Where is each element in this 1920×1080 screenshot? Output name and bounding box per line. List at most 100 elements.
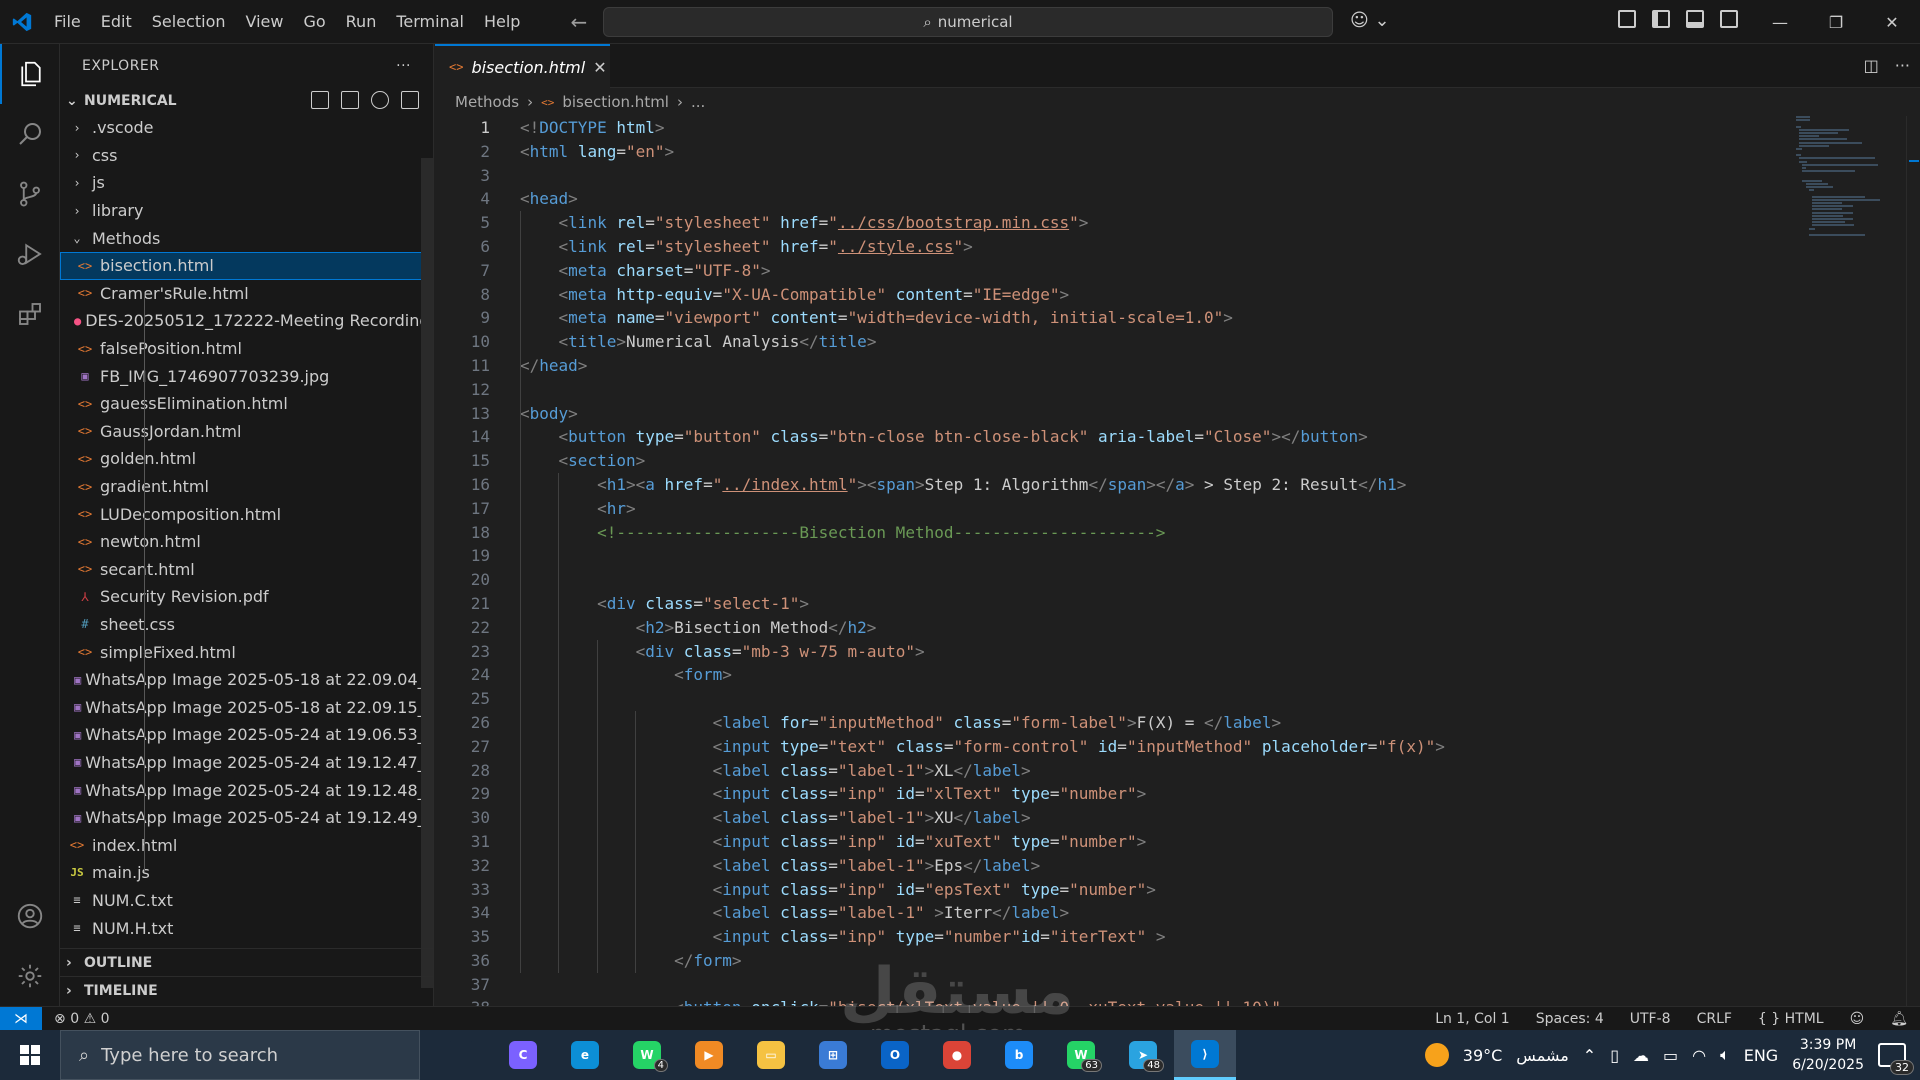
split-editor-icon[interactable]: ◫ bbox=[1864, 56, 1879, 75]
tree-file[interactable]: JS main.js bbox=[60, 859, 433, 887]
menu-file[interactable]: File bbox=[44, 0, 91, 44]
menu-view[interactable]: View bbox=[236, 0, 294, 44]
refresh-icon[interactable] bbox=[371, 91, 389, 109]
taskbar-store[interactable]: ⊞ bbox=[802, 1030, 864, 1080]
tree-file[interactable]: ▣ FB_IMG_1746907703239.jpg bbox=[60, 362, 433, 390]
weather-label[interactable]: مشمس bbox=[1516, 1046, 1569, 1065]
customize-layout-icon[interactable] bbox=[1618, 10, 1636, 28]
tree-file[interactable]: <> GaussJordan.html bbox=[60, 418, 433, 446]
notifications-bell-icon[interactable]: 🔔︎ bbox=[1890, 1007, 1908, 1031]
tree-file[interactable]: ▣ WhatsApp Image 2025-05-18 at 22.09.15_c… bbox=[60, 693, 433, 721]
toggle-sidebar-icon[interactable] bbox=[1652, 10, 1670, 28]
settings-gear-icon[interactable] bbox=[0, 946, 60, 1006]
indentation[interactable]: Spaces: 4 bbox=[1536, 1007, 1604, 1031]
tree-file[interactable]: ▣ WhatsApp Image 2025-05-24 at 19.06.53_6… bbox=[60, 721, 433, 749]
clock[interactable]: 3:39 PM 6/20/2025 bbox=[1792, 1035, 1864, 1075]
taskbar-search[interactable]: ⌕ Type here to search bbox=[60, 1030, 420, 1080]
minimap[interactable] bbox=[1796, 116, 1906, 316]
breadcrumb-symbol[interactable]: ... bbox=[691, 93, 705, 111]
account-icon[interactable] bbox=[0, 886, 60, 946]
tree-file[interactable]: ▣ WhatsApp Image 2025-05-24 at 19.12.47_f… bbox=[60, 749, 433, 777]
timeline-section[interactable]: › TIMELINE bbox=[60, 976, 434, 1004]
wifi-icon[interactable]: ◠ bbox=[1692, 1046, 1706, 1065]
copilot-icon[interactable]: ☺ ⌄ bbox=[1350, 10, 1390, 31]
language-mode[interactable]: { } HTML bbox=[1758, 1007, 1824, 1031]
end-of-line[interactable]: CRLF bbox=[1697, 1007, 1732, 1031]
tree-file[interactable]: <> secant.html bbox=[60, 556, 433, 584]
weather-temp[interactable]: 39°C bbox=[1463, 1046, 1503, 1065]
menu-edit[interactable]: Edit bbox=[91, 0, 142, 44]
menu-help[interactable]: Help bbox=[474, 0, 530, 44]
extensions-icon[interactable] bbox=[0, 284, 60, 344]
tree-file[interactable]: ▣ WhatsApp Image 2025-05-18 at 22.09.04_f… bbox=[60, 666, 433, 694]
tree-folder[interactable]: › css bbox=[60, 142, 433, 170]
chevron-up-icon[interactable]: ⌃ bbox=[1583, 1046, 1596, 1065]
source-control-icon[interactable] bbox=[0, 164, 60, 224]
menu-go[interactable]: Go bbox=[293, 0, 335, 44]
new-folder-icon[interactable] bbox=[341, 91, 359, 109]
breadcrumb-folder[interactable]: Methods bbox=[455, 93, 519, 111]
copilot-status-icon[interactable]: ☺ bbox=[1850, 1007, 1865, 1031]
minimize-button[interactable]: — bbox=[1752, 0, 1808, 44]
back-arrow-icon[interactable]: ← bbox=[570, 10, 587, 34]
start-button[interactable] bbox=[0, 1030, 60, 1080]
close-button[interactable]: ✕ bbox=[1864, 0, 1920, 44]
volume-icon[interactable]: 🔈︎ bbox=[1720, 1045, 1730, 1065]
taskbar-vscode[interactable]: ⟩ bbox=[1174, 1030, 1236, 1080]
battery-icon[interactable]: ▭ bbox=[1663, 1046, 1678, 1065]
tree-file[interactable]: ≡ NUM.C.txt bbox=[60, 887, 433, 915]
tree-file[interactable]: <> bisection.html bbox=[60, 251, 433, 280]
toggle-secondary-sidebar-icon[interactable] bbox=[1720, 10, 1738, 28]
menu-run[interactable]: Run bbox=[336, 0, 387, 44]
new-file-icon[interactable] bbox=[311, 91, 329, 109]
taskbar-chrome[interactable]: ● bbox=[926, 1030, 988, 1080]
tree-folder[interactable]: ⌄ Methods bbox=[60, 224, 433, 252]
cursor-position[interactable]: Ln 1, Col 1 bbox=[1435, 1007, 1510, 1031]
collapse-all-icon[interactable] bbox=[401, 91, 419, 109]
editor-scrollbar[interactable] bbox=[1906, 116, 1920, 1006]
input-language[interactable]: ENG bbox=[1744, 1046, 1778, 1065]
problems-indicator[interactable]: ⊗ 0 ⚠ 0 bbox=[54, 1011, 110, 1027]
tree-file[interactable]: <> falsePosition.html bbox=[60, 335, 433, 363]
tree-file[interactable]: <> gradient.html bbox=[60, 473, 433, 501]
tree-file[interactable]: <> simpleFixed.html bbox=[60, 638, 433, 666]
tree-file[interactable]: ⅄ Security Revision.pdf bbox=[60, 583, 433, 611]
notification-center-icon[interactable]: 32 bbox=[1878, 1043, 1914, 1075]
tree-file[interactable]: <> Cramer'sRule.html bbox=[60, 280, 433, 308]
taskbar-whatsapp-business[interactable]: W 63 bbox=[1050, 1030, 1112, 1080]
taskbar-whatsapp[interactable]: W4 bbox=[616, 1030, 678, 1080]
taskbar-file-explorer[interactable]: ▭ bbox=[740, 1030, 802, 1080]
tree-file[interactable]: ▣ WhatsApp Image 2025-05-24 at 19.12.49_9… bbox=[60, 804, 433, 832]
command-center-search[interactable]: ⌕ numerical bbox=[603, 7, 1333, 37]
taskbar-task-view[interactable] bbox=[430, 1030, 492, 1080]
taskbar-outlook[interactable]: O bbox=[864, 1030, 926, 1080]
cloud-icon[interactable]: ☁ bbox=[1633, 1046, 1649, 1065]
tree-folder[interactable]: › js bbox=[60, 169, 433, 197]
taskbar-bluesky[interactable]: b bbox=[988, 1030, 1050, 1080]
tree-folder[interactable]: › library bbox=[60, 197, 433, 225]
tree-file[interactable]: ▣ WhatsApp Image 2025-05-24 at 19.12.48_e… bbox=[60, 776, 433, 804]
close-tab-icon[interactable]: ✕ bbox=[593, 58, 606, 77]
explorer-icon[interactable] bbox=[0, 44, 60, 104]
search-icon[interactable] bbox=[0, 104, 60, 164]
taskbar-telegram[interactable]: ➤ 48 bbox=[1112, 1030, 1174, 1080]
toggle-panel-icon[interactable] bbox=[1686, 10, 1704, 28]
more-actions-icon[interactable]: ··· bbox=[1895, 56, 1910, 75]
tab-bisection[interactable]: <> bisection.html ✕ bbox=[435, 44, 610, 88]
remote-indicator-icon[interactable]: ⋊ bbox=[0, 1006, 42, 1031]
more-actions-icon[interactable]: ··· bbox=[396, 58, 411, 74]
restore-button[interactable]: ❐ bbox=[1808, 0, 1864, 44]
sidebar-scrollbar[interactable] bbox=[421, 158, 433, 988]
tree-file[interactable]: ● DES-20250512_172222-Meeting Recording..… bbox=[60, 307, 433, 335]
outline-section[interactable]: › OUTLINE bbox=[60, 948, 434, 976]
menu-selection[interactable]: Selection bbox=[142, 0, 236, 44]
breadcrumb-file[interactable]: bisection.html bbox=[562, 93, 669, 111]
code-editor[interactable]: 1 <!DOCTYPE html> 2 <html lang="en"> 3 4 <head… bbox=[435, 116, 1775, 1006]
tree-file[interactable]: <> LUDecomposition.html bbox=[60, 500, 433, 528]
taskbar-edge[interactable]: e bbox=[554, 1030, 616, 1080]
taskbar-media-player[interactable]: ▶ bbox=[678, 1030, 740, 1080]
menu-terminal[interactable]: Terminal bbox=[386, 0, 474, 44]
tree-file[interactable]: ≡ NUM.H.txt bbox=[60, 914, 433, 942]
taskbar-copilot[interactable]: C bbox=[492, 1030, 554, 1080]
tree-file[interactable]: <> index.html bbox=[60, 831, 433, 859]
